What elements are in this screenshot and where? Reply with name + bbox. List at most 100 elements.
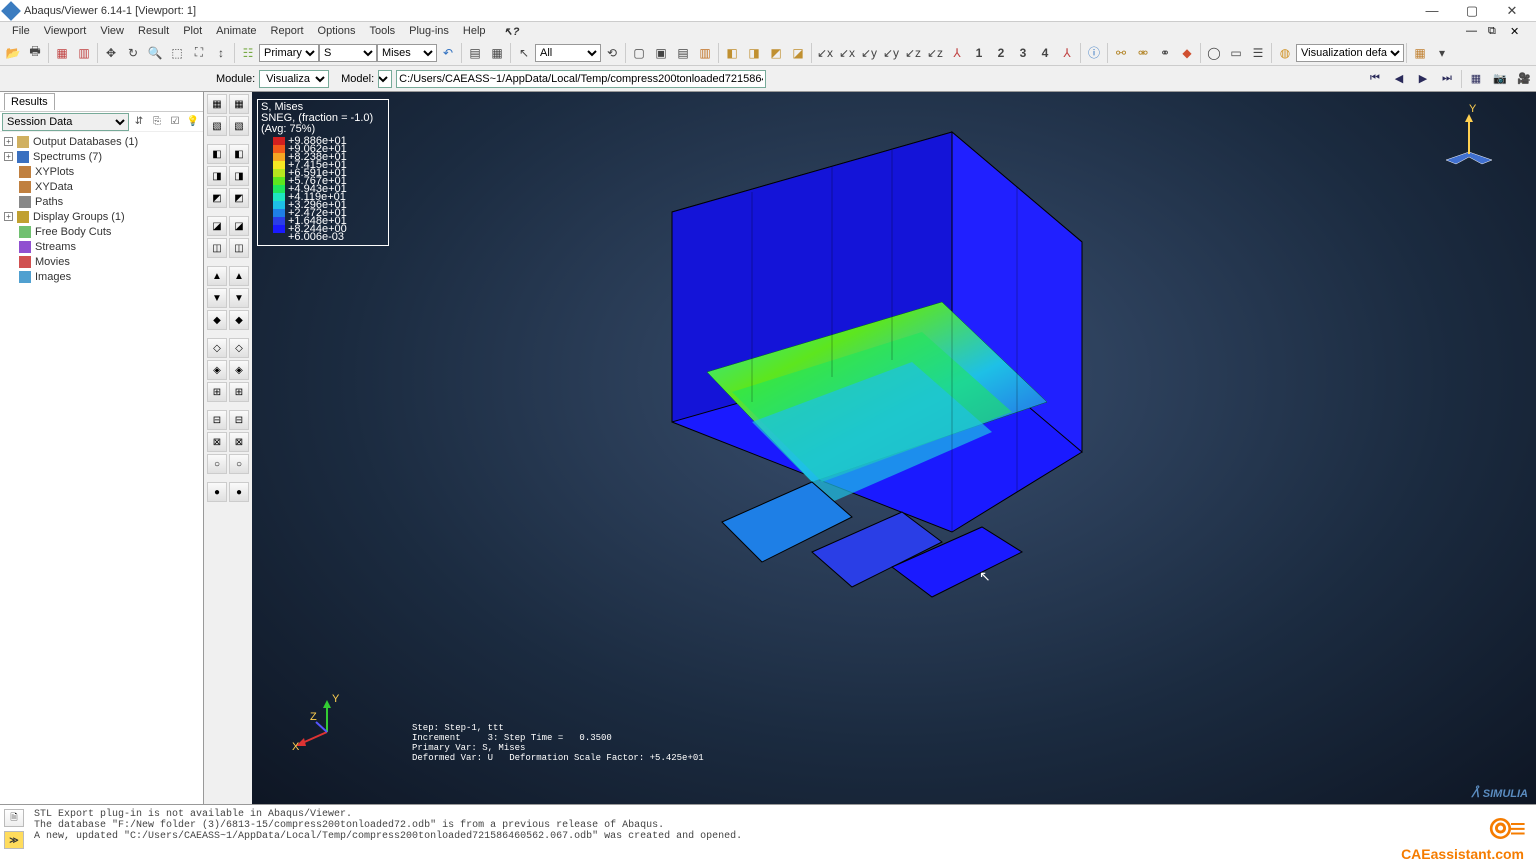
menu-tools[interactable]: Tools [363,24,401,38]
toggle-shaded-icon[interactable]: ▦ [487,43,507,63]
toolbox-button[interactable]: ◩ [229,188,249,208]
field-component-select[interactable]: Mises [377,44,437,62]
toolbox-button[interactable]: ◇ [229,338,249,358]
toolbox-button[interactable]: ◧ [229,144,249,164]
iso4-icon[interactable]: ◪ [788,43,808,63]
toolbox-button[interactable]: ◨ [207,166,227,186]
select-arrow-icon[interactable]: ↖ [514,43,534,63]
print-icon[interactable]: 🖶 [25,43,45,63]
toolbox-button[interactable]: ⊟ [229,410,249,430]
menu-report[interactable]: Report [265,24,310,38]
message-log-icon[interactable]: 🗎 [4,809,24,827]
fit-icon[interactable]: ⛶ [189,43,209,63]
model-path-input[interactable] [396,70,766,88]
frame-prev-icon[interactable]: ◀ [1389,69,1409,89]
frame-next-icon[interactable]: ▶ [1413,69,1433,89]
tree-item[interactable]: +Display Groups (1) [4,209,199,224]
tree-item[interactable]: Images [4,269,199,284]
toolbox-button[interactable]: ● [207,482,227,502]
toolbox-button[interactable]: ◫ [207,238,227,258]
orig-deformed-icon[interactable]: ▦ [52,43,72,63]
tab-results[interactable]: Results [4,93,55,110]
toolbox-button[interactable]: ◨ [229,166,249,186]
dg-replace-icon[interactable]: ⟲ [602,43,622,63]
view-2-button[interactable]: 2 [991,43,1011,63]
toolbox-button[interactable]: ▦ [207,94,227,114]
toolbox-button[interactable]: ◪ [207,216,227,236]
toolbox-button[interactable]: ◆ [207,310,227,330]
csys-user-icon[interactable]: ⅄ [947,43,967,63]
frame-first-icon[interactable]: ⏮ [1365,69,1385,89]
csys-zy-icon[interactable]: ↙z [925,43,945,63]
field-output-dialog-icon[interactable]: ☷ [238,43,258,63]
maximize-button[interactable]: ▢ [1452,1,1492,21]
tree-item[interactable]: Streams [4,239,199,254]
menu-file[interactable]: File [6,24,36,38]
toolbox-button[interactable]: ▧ [229,116,249,136]
tree-item[interactable]: Paths [4,194,199,209]
cycle-views-icon[interactable]: ↕ [211,43,231,63]
menu-result[interactable]: Result [132,24,175,38]
view-1-button[interactable]: 1 [969,43,989,63]
viewport[interactable]: S, Mises SNEG, (fraction = -1.0) (Avg: 7… [252,92,1536,804]
display-group-select[interactable]: All [535,44,601,62]
mdi-close-button[interactable]: ✕ [1510,25,1530,38]
menu-help[interactable]: Help [457,24,492,38]
toolbox-button[interactable]: ◆ [229,310,249,330]
toolbox-button[interactable]: ○ [229,454,249,474]
toolbox-button[interactable]: ▲ [229,266,249,286]
toolbox-button[interactable]: ⊠ [229,432,249,452]
toolbox-button[interactable]: ▦ [229,94,249,114]
menu-plot[interactable]: Plot [177,24,208,38]
toolbox-button[interactable]: ▧ [207,116,227,136]
mdi-restore-button[interactable]: ⧉ [1488,25,1508,38]
toolbox-button[interactable]: ⊟ [207,410,227,430]
iso1-icon[interactable]: ◧ [722,43,742,63]
toolbox-button[interactable]: ◩ [207,188,227,208]
pan-icon[interactable]: ✥ [101,43,121,63]
tree-item[interactable]: XYData [4,179,199,194]
toolbox-button[interactable]: ◈ [207,360,227,380]
render-style-icon[interactable]: ◍ [1275,43,1295,63]
tree-item[interactable]: XYPlots [4,164,199,179]
toolbox-button[interactable]: ◈ [229,360,249,380]
menu-plugins[interactable]: Plug-ins [403,24,455,38]
link-vp1-icon[interactable]: ⚯ [1111,43,1131,63]
tree-item[interactable]: Free Body Cuts [4,224,199,239]
toolbox-button[interactable]: ○ [207,454,227,474]
whats-this-icon[interactable]: ↖? [498,24,526,39]
undo-icon[interactable]: ↶ [438,43,458,63]
toolbox-button[interactable]: ▼ [207,288,227,308]
csys-zx-icon[interactable]: ↙z [903,43,923,63]
session-copy-icon[interactable]: ⎘ [149,114,165,130]
orig-icon[interactable]: ▥ [74,43,94,63]
csys-xz-icon[interactable]: ↙x [837,43,857,63]
session-data-select[interactable]: Session Data [2,113,129,131]
toolbox-button[interactable]: ⊞ [207,382,227,402]
dg-toggle4-icon[interactable]: ▥ [695,43,715,63]
hide-dropdown-icon[interactable]: ▾ [1432,43,1452,63]
menu-animate[interactable]: Animate [210,24,262,38]
toggle-wireframe-icon[interactable]: ▤ [465,43,485,63]
open-icon[interactable]: 📂 [3,43,23,63]
csys-tool-icon[interactable]: ⅄ [1057,43,1077,63]
toolbox-button[interactable]: ▲ [207,266,227,286]
hide-parts-icon[interactable]: ▦ [1410,43,1430,63]
tree-item[interactable]: +Output Databases (1) [4,134,199,149]
toolbox-button[interactable]: ◇ [207,338,227,358]
annot-text-icon[interactable]: ☰ [1248,43,1268,63]
session-filter-icon[interactable]: ☑ [167,114,183,130]
csys-yz-icon[interactable]: ↙y [881,43,901,63]
view-4-button[interactable]: 4 [1035,43,1055,63]
link-vp4-icon[interactable]: ◆ [1177,43,1197,63]
annot-box-icon[interactable]: ▭ [1226,43,1246,63]
iso2-icon[interactable]: ◨ [744,43,764,63]
frame-last-icon[interactable]: ⏭ [1437,69,1457,89]
csys-yx-icon[interactable]: ↙y [859,43,879,63]
toolbox-button[interactable]: ⊠ [207,432,227,452]
dg-toggle3-icon[interactable]: ▤ [673,43,693,63]
image-region-icon[interactable]: ▦ [1466,69,1486,89]
link-vp2-icon[interactable]: ⚮ [1133,43,1153,63]
annotation-icon[interactable]: ◯ [1204,43,1224,63]
toolbox-button[interactable]: ▼ [229,288,249,308]
